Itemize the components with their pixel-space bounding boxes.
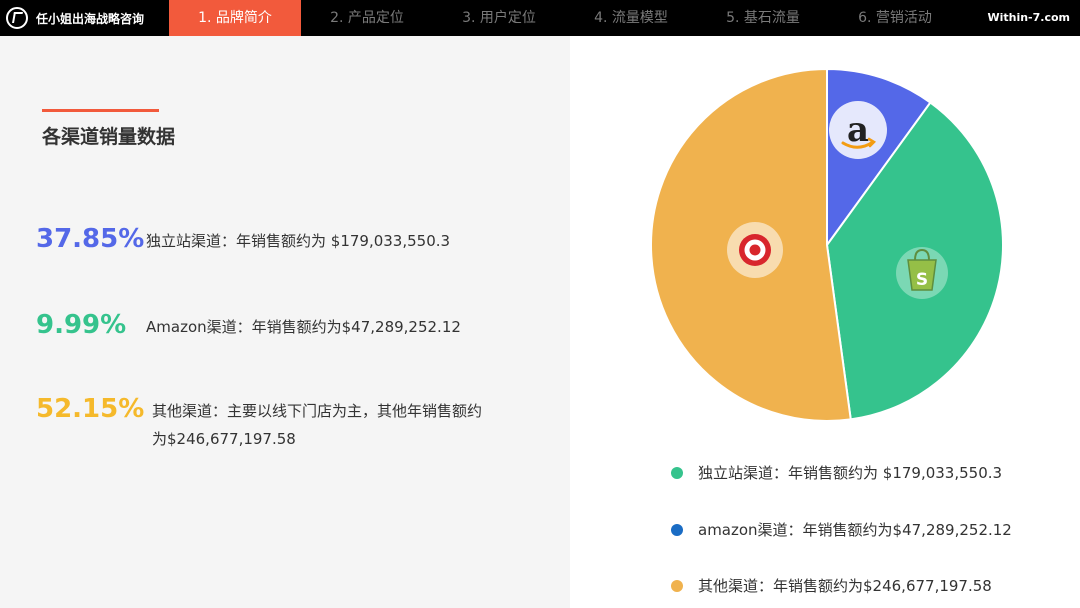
legend-dot-amazon xyxy=(671,524,683,536)
legend-dot-other xyxy=(671,580,683,592)
amazon-icon: a xyxy=(829,101,887,159)
shopify-icon: S xyxy=(896,247,948,299)
legend-label-independent: 独立站渠道：年销售额约为 $179,033,550.3 xyxy=(698,462,1002,483)
legend-label-other: 其他渠道：年销售额约为$246,677,197.58 xyxy=(698,575,992,596)
svg-text:a: a xyxy=(847,110,869,150)
legend-label-amazon: amazon渠道：年销售额约为$47,289,252.12 xyxy=(698,519,1012,540)
channel-sales-pie-chart: a S xyxy=(0,0,1080,608)
svg-text:S: S xyxy=(916,270,928,290)
target-icon xyxy=(727,222,783,278)
legend-dot-independent xyxy=(671,467,683,479)
